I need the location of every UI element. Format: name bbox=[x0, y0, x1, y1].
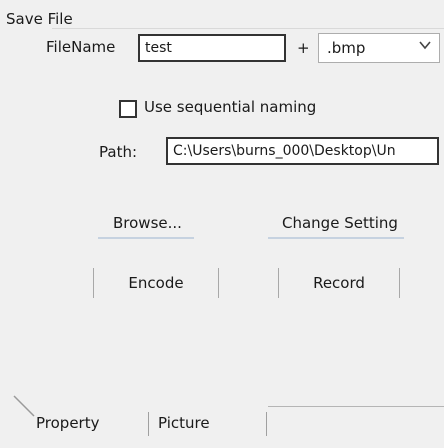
tab-divider-left bbox=[148, 412, 149, 436]
browse-button[interactable]: Browse... bbox=[98, 210, 194, 239]
record-button[interactable]: Record bbox=[278, 268, 400, 298]
browse-underline bbox=[98, 237, 194, 239]
extension-plus: + bbox=[297, 39, 310, 57]
sequential-naming-label: Use sequential naming bbox=[144, 98, 317, 116]
encode-button[interactable]: Encode bbox=[93, 268, 219, 298]
extension-select-value: .bmp bbox=[327, 39, 366, 57]
tab-divider-right bbox=[266, 412, 267, 436]
record-button-label: Record bbox=[313, 274, 365, 292]
chevron-down-icon bbox=[419, 41, 431, 50]
encode-button-label: Encode bbox=[128, 274, 184, 292]
filename-label: FileName bbox=[46, 38, 116, 56]
tab-property-label: Property bbox=[36, 414, 100, 432]
path-input[interactable]: C:\Users\burns_000\Desktop\Un bbox=[166, 137, 439, 165]
browse-button-label: Browse... bbox=[113, 214, 182, 232]
tab-strip-line bbox=[268, 406, 444, 407]
tab-picture-label: Picture bbox=[158, 414, 210, 432]
tab-picture[interactable]: Picture bbox=[150, 410, 265, 440]
filename-input[interactable]: test bbox=[138, 34, 286, 62]
change-setting-button-label: Change Setting bbox=[282, 214, 398, 232]
path-label: Path: bbox=[99, 143, 138, 161]
group-divider bbox=[52, 28, 444, 29]
extension-select[interactable]: .bmp bbox=[318, 33, 440, 63]
tab-property[interactable]: Property bbox=[28, 410, 140, 440]
group-title: Save File bbox=[6, 10, 73, 28]
change-setting-button[interactable]: Change Setting bbox=[268, 210, 404, 239]
change-setting-underline bbox=[268, 237, 404, 239]
sequential-naming-checkbox[interactable] bbox=[119, 100, 137, 118]
